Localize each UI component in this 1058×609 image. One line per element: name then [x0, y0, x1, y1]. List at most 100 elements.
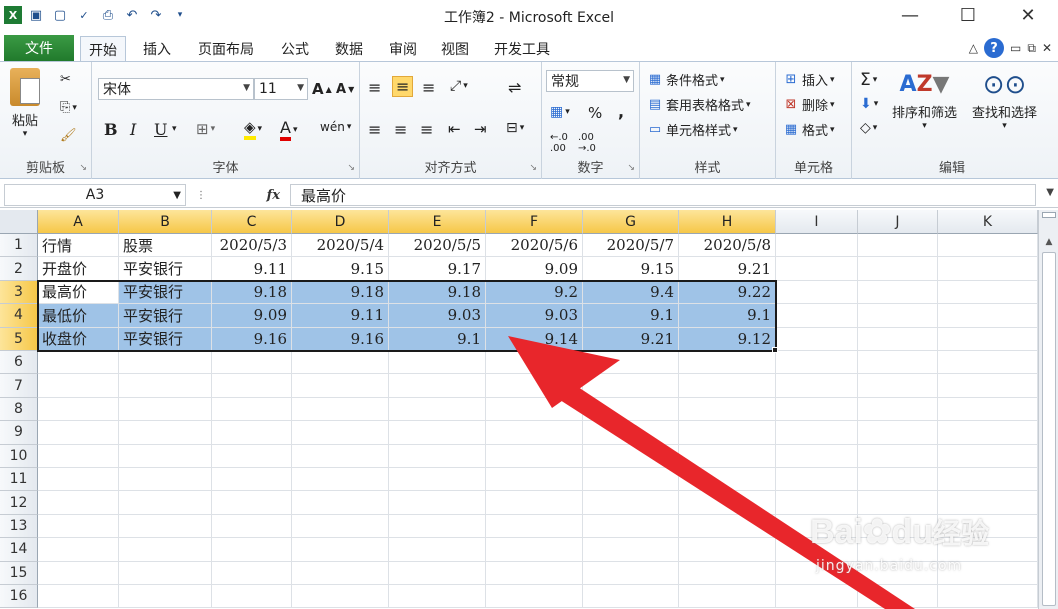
- tab-view[interactable]: 视图: [432, 36, 478, 62]
- font-color-button[interactable]: A ▾: [280, 118, 297, 141]
- copy-icon[interactable]: ⎘ ▾: [60, 100, 77, 115]
- cell-i1[interactable]: [776, 234, 858, 258]
- undo-icon[interactable]: ↶: [122, 5, 142, 25]
- cell-f13[interactable]: [486, 514, 583, 539]
- workbook-minimize-icon[interactable]: ▭: [1010, 41, 1021, 55]
- cell-k7[interactable]: [938, 374, 1038, 398]
- cell-j15[interactable]: [858, 561, 938, 585]
- find-select-button[interactable]: ⊙⊙ 查找和选择 ▾: [972, 68, 1037, 131]
- cell-c3[interactable]: 9.18: [212, 280, 292, 305]
- alignment-launcher-icon[interactable]: ↘: [529, 163, 537, 173]
- underline-button[interactable]: U: [154, 120, 167, 139]
- cell-a4[interactable]: 最低价: [38, 304, 119, 328]
- split-handle[interactable]: [1042, 212, 1056, 218]
- maximize-button[interactable]: ☐: [944, 0, 992, 30]
- cell-j7[interactable]: [858, 374, 938, 398]
- fill-color-icon[interactable]: ◈ ▾: [244, 118, 262, 140]
- cell-h15[interactable]: [679, 561, 776, 585]
- cell-h10[interactable]: [679, 444, 776, 468]
- cell-j10[interactable]: [858, 444, 938, 468]
- cell-a7[interactable]: [38, 374, 119, 398]
- cell-b14[interactable]: [119, 538, 212, 562]
- autosum-button[interactable]: Σ ▾: [860, 70, 877, 90]
- cell-d4[interactable]: 9.11: [292, 304, 389, 328]
- italic-button[interactable]: I: [130, 120, 136, 139]
- row-header-14[interactable]: 14: [0, 538, 38, 562]
- cell-e11[interactable]: [389, 468, 486, 492]
- cell-k4[interactable]: [938, 304, 1038, 328]
- cell-h3[interactable]: 9.22: [679, 280, 776, 305]
- comma-style-button[interactable]: ,: [618, 102, 624, 121]
- cell-g7[interactable]: [583, 374, 679, 398]
- cell-b5[interactable]: 平安银行: [119, 327, 212, 351]
- cell-i6[interactable]: [776, 351, 858, 375]
- cell-j4[interactable]: [858, 304, 938, 328]
- cell-a8[interactable]: [38, 397, 119, 422]
- cell-b7[interactable]: [119, 374, 212, 398]
- cell-g14[interactable]: [583, 538, 679, 562]
- close-button[interactable]: ✕: [1004, 0, 1052, 30]
- cell-k5[interactable]: [938, 327, 1038, 351]
- cell-i2[interactable]: [776, 257, 858, 281]
- tab-developer[interactable]: 开发工具: [486, 36, 558, 62]
- column-header-d[interactable]: D: [292, 210, 389, 234]
- cell-h14[interactable]: [679, 538, 776, 562]
- cell-h7[interactable]: [679, 374, 776, 398]
- row-header-6[interactable]: 6: [0, 351, 38, 375]
- formula-input[interactable]: 最高价: [290, 184, 1036, 206]
- cell-j9[interactable]: [858, 421, 938, 445]
- cell-a3[interactable]: 最高价: [38, 280, 119, 305]
- vertical-scrollbar[interactable]: ▲: [1038, 210, 1058, 609]
- cell-e5[interactable]: 9.1: [389, 327, 486, 351]
- cell-b8[interactable]: [119, 397, 212, 422]
- cell-k15[interactable]: [938, 561, 1038, 585]
- row-header-2[interactable]: 2: [0, 257, 38, 281]
- cell-c12[interactable]: [212, 491, 292, 515]
- row-header-16[interactable]: 16: [0, 585, 38, 609]
- column-header-k[interactable]: K: [938, 210, 1038, 234]
- cell-i5[interactable]: [776, 327, 858, 351]
- tab-insert[interactable]: 插入: [134, 36, 180, 62]
- column-header-j[interactable]: J: [858, 210, 938, 234]
- cell-g1[interactable]: 2020/5/7: [583, 234, 679, 258]
- increase-decimal-icon[interactable]: ←.0.00: [550, 132, 568, 154]
- cell-e12[interactable]: [389, 491, 486, 515]
- cell-e14[interactable]: [389, 538, 486, 562]
- cell-e1[interactable]: 2020/5/5: [389, 234, 486, 258]
- cell-j16[interactable]: [858, 585, 938, 609]
- cell-i3[interactable]: [776, 280, 858, 305]
- tab-review[interactable]: 审阅: [380, 36, 426, 62]
- cell-h16[interactable]: [679, 585, 776, 609]
- cell-a2[interactable]: 开盘价: [38, 257, 119, 281]
- cell-f9[interactable]: [486, 421, 583, 445]
- cell-d9[interactable]: [292, 421, 389, 445]
- cell-e8[interactable]: [389, 397, 486, 422]
- tab-home[interactable]: 开始: [80, 36, 126, 62]
- cell-c5[interactable]: 9.16: [212, 327, 292, 351]
- conditional-format-button[interactable]: ▦ 条件格式 ▾: [646, 70, 725, 89]
- cell-f5[interactable]: 9.14: [486, 327, 583, 351]
- cell-g3[interactable]: 9.4: [583, 280, 679, 305]
- column-header-a[interactable]: A: [38, 210, 119, 234]
- cell-i11[interactable]: [776, 468, 858, 492]
- column-header-b[interactable]: B: [119, 210, 212, 234]
- align-bottom-icon[interactable]: ≡: [422, 78, 435, 97]
- cell-h8[interactable]: [679, 397, 776, 422]
- clear-icon[interactable]: ◇ ▾: [860, 120, 877, 136]
- cell-k3[interactable]: [938, 280, 1038, 305]
- scroll-up-icon[interactable]: ▲: [1041, 234, 1057, 250]
- insert-cells-button[interactable]: ⊞ 插入 ▾: [782, 70, 835, 89]
- column-header-f[interactable]: F: [486, 210, 583, 234]
- cell-h4[interactable]: 9.1: [679, 304, 776, 328]
- cell-f1[interactable]: 2020/5/6: [486, 234, 583, 258]
- column-header-e[interactable]: E: [389, 210, 486, 234]
- row-header-13[interactable]: 13: [0, 514, 38, 539]
- decrease-indent-icon[interactable]: ⇤: [448, 120, 461, 138]
- worksheet-grid[interactable]: A B C D E F G H I J K 1 行情 股票 2020/5/3 2020/5/4 2020/5/5…: [0, 210, 1038, 609]
- row-header-12[interactable]: 12: [0, 491, 38, 515]
- cell-h11[interactable]: [679, 468, 776, 492]
- cell-e7[interactable]: [389, 374, 486, 398]
- format-painter-icon[interactable]: 🖌: [60, 128, 77, 143]
- insert-function-button[interactable]: fx: [267, 188, 280, 203]
- cell-d2[interactable]: 9.15: [292, 257, 389, 281]
